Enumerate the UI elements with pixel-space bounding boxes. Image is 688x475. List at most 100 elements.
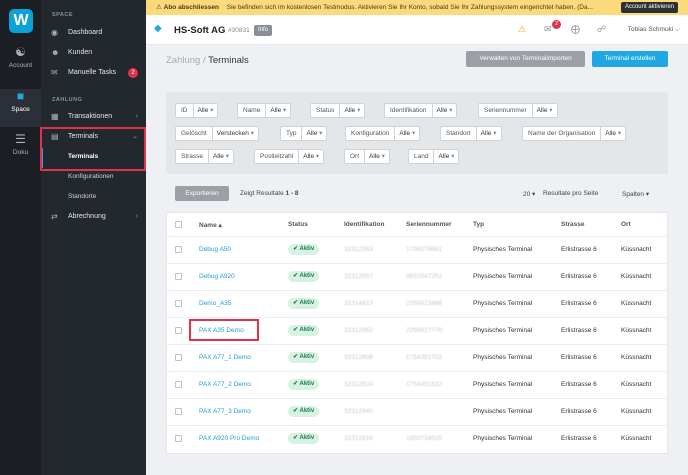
filter-strasse[interactable]: Strasse Alle <box>175 149 234 164</box>
megaphone-icon[interactable]: ✉ <box>544 24 552 35</box>
cell-identifikation: 32312662 <box>344 327 373 334</box>
per-page-select[interactable]: 20 ▾ <box>523 190 535 198</box>
row-checkbox[interactable] <box>175 327 182 334</box>
sidebar-item-label: Dashboard <box>68 29 103 36</box>
cell-name[interactable]: PAX A920 Pro Demo <box>199 435 259 442</box>
filter-identifikation[interactable]: Identifikation Alle <box>384 103 458 118</box>
rail-item-doku[interactable]: ☰ Doku <box>0 132 41 170</box>
filter-postleitzahl[interactable]: Postleitzahl Alle <box>254 149 325 164</box>
filter-land[interactable]: Land Alle <box>408 149 460 164</box>
filter-value[interactable]: Verstecken <box>213 127 258 140</box>
filter-label: ID <box>176 104 194 117</box>
filter-value[interactable]: Alle <box>434 150 458 163</box>
filter-value[interactable]: Alle <box>395 127 419 140</box>
filter-value[interactable]: Alle <box>365 150 389 163</box>
select-all-checkbox[interactable] <box>175 221 182 228</box>
cell-typ: Physisches Terminal <box>473 354 533 361</box>
filter-geloescht[interactable]: Gelöscht Verstecken <box>175 126 259 141</box>
filter-value[interactable]: Alle <box>433 104 457 117</box>
globe-icon[interactable]: ☍ <box>597 24 606 35</box>
check-icon: ✔ <box>293 408 300 414</box>
cell-name[interactable]: Debug A50 <box>199 246 231 253</box>
exchange-icon: ⇄ <box>51 212 58 221</box>
col-header-ort[interactable]: Ort <box>621 221 631 228</box>
cell-name[interactable]: PAX A77_3 Demo <box>199 408 251 415</box>
export-button[interactable]: Exportieren <box>175 186 229 201</box>
filter-status[interactable]: Status Alle <box>310 103 366 118</box>
manage-imports-button[interactable]: Verwalten von Terminalimporten <box>466 51 585 67</box>
filter-value[interactable]: Alle <box>194 104 218 117</box>
filter-standort[interactable]: Standort Alle <box>440 126 502 141</box>
filter-label: Standort <box>441 127 477 140</box>
results-range: 1 - 8 <box>285 190 299 197</box>
row-checkbox[interactable] <box>175 408 182 415</box>
row-checkbox[interactable] <box>175 300 182 307</box>
col-header-typ[interactable]: Typ <box>473 221 484 228</box>
row-checkbox[interactable] <box>175 435 182 442</box>
row-checkbox[interactable] <box>175 246 182 253</box>
filter-typ[interactable]: Typ Alle <box>280 126 328 141</box>
filter-value[interactable]: Alle <box>601 127 625 140</box>
rail-item-account[interactable]: ☯ Account <box>0 45 41 83</box>
cell-name[interactable]: Debug A920 <box>199 273 235 280</box>
space-title: HS-Soft AG <box>174 25 226 36</box>
user-menu[interactable]: Tobias Schmuki ⌵ <box>628 26 680 34</box>
warning-icon[interactable]: ⚠ <box>518 24 526 35</box>
filter-value[interactable]: Alle <box>477 127 501 140</box>
cell-name[interactable]: PAX A77_2 Demo <box>199 381 251 388</box>
check-icon: ✔ <box>293 435 300 441</box>
filter-konfiguration[interactable]: Konfiguration Alle <box>345 126 421 141</box>
filter-organisation[interactable]: Name der Organisation Alle <box>522 126 627 141</box>
filter-value[interactable]: Alle <box>302 127 326 140</box>
sidebar-item-abrechnung[interactable]: ⇄ Abrechnung › <box>41 208 146 226</box>
row-checkbox[interactable] <box>175 273 182 280</box>
app-logo-icon[interactable]: W <box>9 9 33 33</box>
col-header-strasse[interactable]: Strasse <box>561 221 585 228</box>
per-page-label: Resultate pro Seite <box>543 190 599 197</box>
row-checkbox[interactable] <box>175 381 182 388</box>
users-icon: ☻ <box>51 48 60 57</box>
cell-ort: Küssnacht <box>621 273 652 280</box>
filter-value[interactable]: Alle <box>340 104 364 117</box>
check-icon: ✔ <box>293 273 300 279</box>
status-badge: ✔ Aktiv <box>288 271 320 282</box>
filter-id[interactable]: ID Alle <box>175 103 219 118</box>
col-header-name[interactable]: Name ▴ <box>199 221 222 229</box>
row-checkbox[interactable] <box>175 354 182 361</box>
col-header-identifikation[interactable]: Identifikation <box>344 221 384 228</box>
filter-seriennummer[interactable]: Seriennummer Alle <box>478 103 558 118</box>
create-terminal-button[interactable]: Terminal erstellen <box>592 51 668 67</box>
cell-seriennummer: 1706379861 <box>406 246 443 253</box>
filter-value[interactable]: Alle <box>299 150 323 163</box>
filter-value[interactable]: Alle <box>266 104 290 117</box>
col-header-status[interactable]: Status <box>288 221 308 228</box>
sidebar-item-kunden[interactable]: ☻ Kunden <box>41 44 146 62</box>
cell-identifikation: 32314613 <box>344 300 373 307</box>
sidebar-item-transaktionen[interactable]: ▦ Transaktionen › <box>41 108 146 126</box>
filter-name[interactable]: Name Alle <box>237 103 292 118</box>
cell-seriennummer: 1850734520 <box>406 435 443 442</box>
activate-account-button[interactable]: Account aktivieren <box>620 2 678 13</box>
info-button[interactable]: Info <box>254 25 273 36</box>
check-icon: ✔ <box>293 327 300 333</box>
check-icon: ✔ <box>293 381 300 387</box>
support-icon[interactable]: ⨁ <box>571 24 580 35</box>
filter-label: Name <box>238 104 267 117</box>
rail-item-space[interactable]: ■ Space <box>0 89 41 127</box>
cell-name[interactable]: PAX A77_1 Demo <box>199 354 251 361</box>
columns-button[interactable]: Spalten ▾ <box>622 190 649 198</box>
sidebar-item-manuelle-tasks[interactable]: ✉ Manuelle Tasks 2 <box>41 64 146 82</box>
columns-label: Spalten <box>622 191 645 198</box>
per-page-value[interactable]: 20 <box>523 191 530 198</box>
breadcrumb-parent[interactable]: Zahlung <box>166 55 200 66</box>
col-header-seriennummer[interactable]: Seriennummer <box>406 221 452 228</box>
filter-value[interactable]: Alle <box>533 104 557 117</box>
filter-ort[interactable]: Ort Alle <box>344 149 390 164</box>
cell-ort: Küssnacht <box>621 246 652 253</box>
cell-name[interactable]: Demo_A35 <box>199 300 232 307</box>
filter-value[interactable]: Alle <box>209 150 233 163</box>
cell-strasse: Erlistrasse 6 <box>561 435 597 442</box>
sidebar-subitem-standorte[interactable]: Standorte <box>41 188 146 206</box>
sidebar-item-dashboard[interactable]: ◉ Dashboard <box>41 24 146 42</box>
cell-typ: Physisches Terminal <box>473 273 533 280</box>
